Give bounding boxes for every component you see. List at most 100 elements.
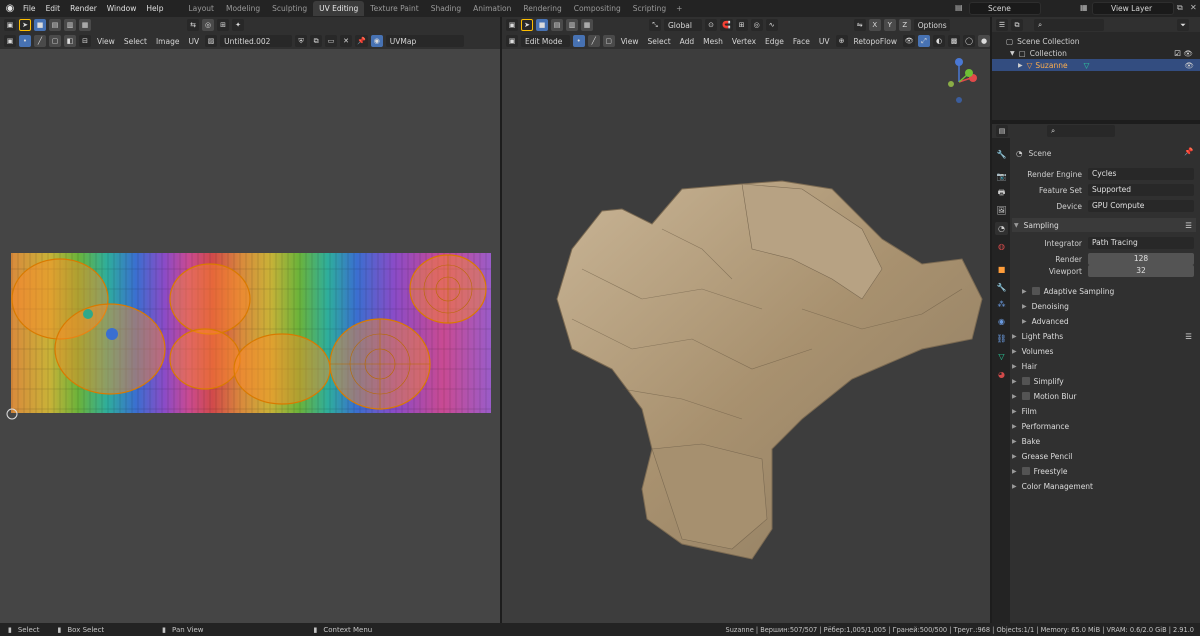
view-layer-copy-icon[interactable]: ⧉: [1177, 3, 1183, 13]
navigation-gizmo[interactable]: [937, 54, 987, 106]
subpanel-adaptive-sampling[interactable]: ▶ Adaptive Sampling: [1022, 284, 1114, 298]
tab-scripting[interactable]: Scripting: [627, 1, 672, 16]
orientation-icon[interactable]: ⤡: [649, 19, 661, 31]
panel-motion-blur[interactable]: ▶ Motion Blur: [1012, 389, 1077, 403]
render-samples-field[interactable]: 128: [1088, 253, 1194, 265]
render-tab-icon[interactable]: 📷: [995, 170, 1008, 183]
viewport-menu-uv[interactable]: UV: [816, 37, 833, 46]
xray-icon[interactable]: ▩: [948, 35, 960, 47]
overlay-icon[interactable]: ◐: [933, 35, 945, 47]
mirror-icon[interactable]: ⇋: [853, 19, 866, 31]
panel-bake[interactable]: ▶ Bake: [1012, 434, 1040, 448]
tab-layout[interactable]: Layout: [182, 1, 220, 16]
simplify-checkbox[interactable]: [1021, 377, 1030, 385]
adaptive-sampling-checkbox[interactable]: [1031, 287, 1040, 295]
image-new-icon[interactable]: ⧉: [310, 35, 323, 47]
viewport-type-icon[interactable]: ▣: [506, 35, 518, 47]
viewport-snap-icon[interactable]: 🧲: [720, 19, 733, 31]
uv-menu-select[interactable]: Select: [121, 37, 150, 46]
viewport-menu-mesh[interactable]: Mesh: [700, 37, 726, 46]
menu-render[interactable]: Render: [65, 0, 102, 17]
freestyle-checkbox[interactable]: [1021, 467, 1030, 475]
uv-vertex-mode-icon[interactable]: •: [19, 35, 31, 47]
menu-window[interactable]: Window: [102, 0, 142, 17]
image-unlink-icon[interactable]: ✕: [340, 35, 353, 47]
select-mode-extend-icon[interactable]: ▤: [49, 19, 61, 31]
object-visibility-icon[interactable]: 👁: [1184, 61, 1194, 70]
outliner-search-input[interactable]: ⌕: [1034, 19, 1104, 31]
collection-checkbox-icon[interactable]: ☑: [1174, 49, 1181, 58]
panel-performance[interactable]: ▶ Performance: [1012, 419, 1069, 433]
edge-select-icon[interactable]: ╱: [587, 35, 600, 47]
view-layer-remove-icon[interactable]: ✕: [1190, 3, 1197, 12]
proportional-icon[interactable]: ◎: [202, 19, 214, 31]
object-tab-icon[interactable]: ■: [995, 263, 1008, 276]
viewport-falloff-icon[interactable]: ∿: [765, 19, 778, 31]
view-layer-icon[interactable]: ▦: [1080, 3, 1088, 12]
view-layer-selector[interactable]: View Layer: [1092, 2, 1174, 15]
subpanel-advanced[interactable]: ▶ Advanced: [1022, 314, 1069, 328]
sticky-select-icon[interactable]: ⊟: [79, 35, 91, 47]
outliner-type-icon[interactable]: ☰: [996, 19, 1008, 31]
viewport-mode-extend-icon[interactable]: ▤: [551, 19, 563, 31]
axis-z-toggle[interactable]: Z: [898, 19, 911, 31]
panel-simplify[interactable]: ▶ Simplify: [1012, 374, 1064, 388]
properties-search-input[interactable]: ⌕: [1047, 125, 1115, 137]
uv-island-mode-icon[interactable]: ◧: [64, 35, 76, 47]
uv-menu-uv[interactable]: UV: [185, 37, 202, 46]
outliner-scene-collection[interactable]: ▢ Scene Collection: [1006, 35, 1079, 47]
gizmo-icon[interactable]: ⤢: [918, 35, 930, 47]
panel-volumes[interactable]: ▶ Volumes: [1012, 344, 1053, 358]
tab-texture-paint[interactable]: Texture Paint: [364, 1, 424, 16]
viewport-menu-add[interactable]: Add: [677, 37, 698, 46]
pivot-icon[interactable]: ✦: [232, 19, 244, 31]
viewport-menu-face[interactable]: Face: [790, 37, 813, 46]
tab-animation[interactable]: Animation: [467, 1, 517, 16]
tab-rendering[interactable]: Rendering: [517, 1, 567, 16]
outliner-filter-icon[interactable]: ⏷: [1177, 19, 1189, 31]
render-engine-select[interactable]: Cycles: [1088, 168, 1194, 180]
collection-visibility-icon[interactable]: 👁: [1183, 49, 1193, 58]
pin-context-icon[interactable]: 📌: [1184, 147, 1193, 156]
add-workspace-icon[interactable]: +: [672, 1, 686, 16]
view-layer-tab-icon[interactable]: 🖼: [995, 204, 1008, 217]
light-paths-presets-icon[interactable]: ☰: [1185, 332, 1192, 341]
output-tab-icon[interactable]: 🖶: [995, 187, 1008, 200]
image-fake-user-icon[interactable]: ⛨: [295, 35, 308, 47]
panel-freestyle[interactable]: ▶ Freestyle: [1012, 464, 1068, 478]
physics-tab-icon[interactable]: ◉: [995, 315, 1008, 328]
scene-selector[interactable]: Scene: [969, 2, 1041, 15]
viewport-pivot-icon[interactable]: ⊙: [705, 19, 717, 31]
viewport-mode-new-icon[interactable]: ■: [536, 19, 548, 31]
viewport-mode-invert-icon[interactable]: ▦: [581, 19, 593, 31]
orientation-field[interactable]: Global: [664, 19, 702, 31]
panel-sampling[interactable]: ▼ Sampling ☰: [1012, 218, 1196, 232]
integrator-select[interactable]: Path Tracing: [1088, 237, 1194, 249]
select-tool-icon[interactable]: ➤: [19, 19, 31, 31]
data-tab-icon[interactable]: ▽: [995, 350, 1008, 363]
uv-menu-image[interactable]: Image: [153, 37, 183, 46]
axis-x-toggle[interactable]: X: [868, 19, 881, 31]
menu-help[interactable]: Help: [141, 0, 168, 17]
uv-menu-view[interactable]: View: [94, 37, 118, 46]
viewport-menu-edge[interactable]: Edge: [762, 37, 787, 46]
uv-editor-type-icon[interactable]: ▣: [4, 35, 16, 47]
expand-arrow-icon[interactable]: ▼: [1010, 50, 1015, 57]
tab-shading[interactable]: Shading: [425, 1, 467, 16]
constraints-tab-icon[interactable]: ⛓: [995, 332, 1008, 345]
viewport-samples-field[interactable]: 32: [1088, 265, 1194, 277]
viewport-menu-vertex[interactable]: Vertex: [729, 37, 759, 46]
vertex-select-icon[interactable]: •: [572, 35, 585, 47]
uv-texture-grid[interactable]: [0, 49, 500, 623]
expand-arrow-icon[interactable]: ▶: [1018, 62, 1023, 69]
menu-edit[interactable]: Edit: [41, 0, 66, 17]
device-select[interactable]: GPU Compute: [1088, 200, 1194, 212]
panel-hair[interactable]: ▶ Hair: [1012, 359, 1037, 373]
panel-film[interactable]: ▶ Film: [1012, 404, 1037, 418]
pin-icon[interactable]: 📌: [355, 35, 368, 47]
properties-type-icon[interactable]: ▤: [996, 125, 1008, 137]
outliner-collection[interactable]: ▼ ▢ Collection ☑ 👁: [1010, 47, 1195, 59]
editor-type-icon[interactable]: ▣: [4, 19, 16, 31]
subpanel-denoising[interactable]: ▶ Denoising: [1022, 299, 1069, 313]
uv-sync-icon[interactable]: ⇆: [187, 19, 199, 31]
